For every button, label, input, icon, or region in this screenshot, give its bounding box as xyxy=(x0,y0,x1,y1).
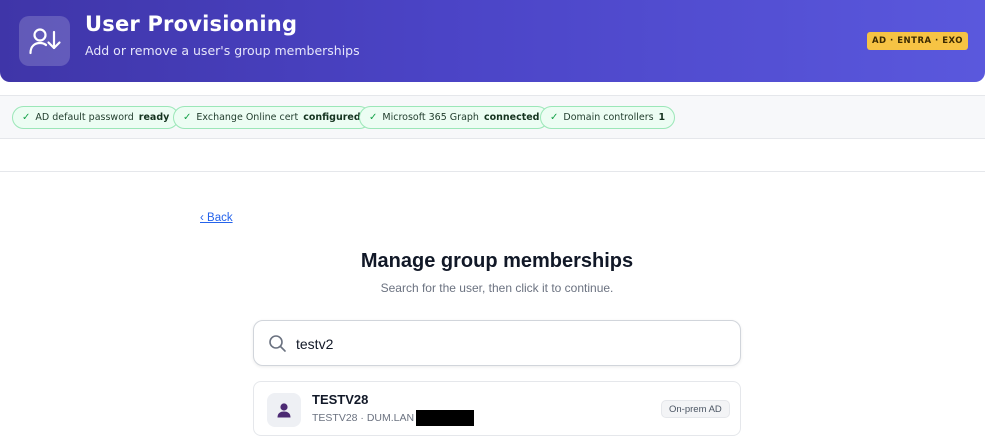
result-user-detail: TESTV28 · DUM.LAN xyxy=(312,410,475,426)
status-pill-label: Exchange Online cert xyxy=(196,112,299,123)
status-pill-value: ready xyxy=(138,112,170,123)
app-subtitle: Add or remove a user's group memberships xyxy=(85,43,360,58)
check-icon: ✓ xyxy=(550,112,559,123)
redaction-block xyxy=(416,410,475,426)
section-divider xyxy=(0,171,985,172)
user-icon xyxy=(267,393,301,427)
back-link[interactable]: ‹ Back xyxy=(200,212,233,224)
app-header: User Provisioning Add or remove a user's… xyxy=(0,0,985,82)
status-bar: ✓ AD default password ready ✓ Exchange O… xyxy=(0,95,985,139)
check-icon: ✓ xyxy=(369,112,378,123)
check-icon: ✓ xyxy=(22,112,31,123)
page-hint: Search for the user, then click it to co… xyxy=(380,281,614,295)
check-icon: ✓ xyxy=(183,112,192,123)
status-pill-ad-password: ✓ AD default password ready xyxy=(12,106,180,129)
status-pill-value: connected xyxy=(483,112,540,123)
status-pill-value: configured xyxy=(303,112,361,123)
user-search-box[interactable] xyxy=(253,320,741,366)
user-search-input[interactable] xyxy=(296,333,726,355)
result-user-domain: TESTV28 · DUM.LAN xyxy=(312,412,415,424)
user-arrow-down-icon xyxy=(19,16,70,66)
search-result-item[interactable]: TESTV28 TESTV28 · DUM.LAN On-prem AD xyxy=(253,381,741,436)
status-pill-value: 1 xyxy=(658,112,666,123)
status-pill-label: Microsoft 365 Graph xyxy=(382,112,479,123)
status-pill-graph: ✓ Microsoft 365 Graph connected xyxy=(359,106,550,129)
status-pill-domain-controllers: ✓ Domain controllers 1 xyxy=(540,106,676,129)
source-badge: On-prem AD xyxy=(661,400,730,418)
page-title: Manage group memberships xyxy=(360,250,634,272)
environment-badge: AD · ENTRA · EXO xyxy=(867,32,968,50)
status-pill-label: AD default password xyxy=(35,112,134,123)
result-user-name: TESTV28 xyxy=(312,392,369,407)
search-icon xyxy=(269,335,286,352)
app-title: User Provisioning xyxy=(85,12,298,36)
status-pill-label: Domain controllers xyxy=(563,112,654,123)
status-pill-exchange-cert: ✓ Exchange Online cert configured xyxy=(173,106,371,129)
